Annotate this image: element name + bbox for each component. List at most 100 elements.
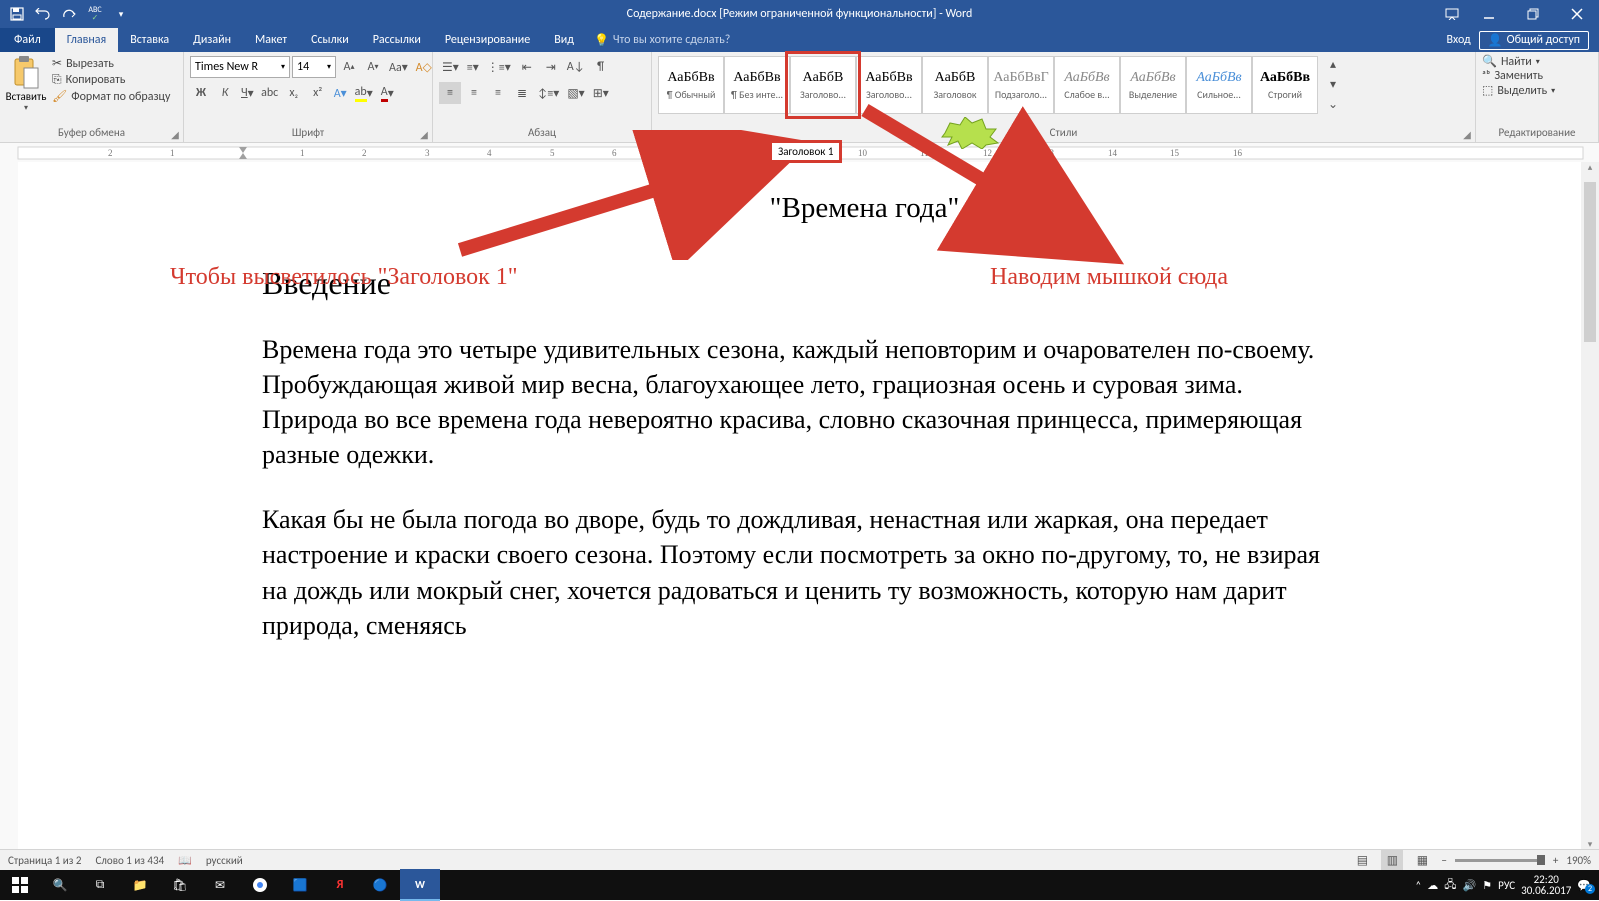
word-count[interactable]: Слово 1 из 434 bbox=[95, 854, 164, 867]
input-language[interactable]: РУС bbox=[1498, 879, 1515, 892]
action-center-icon[interactable]: 💬2 bbox=[1577, 879, 1591, 892]
onedrive-icon[interactable]: ☁ bbox=[1427, 879, 1438, 892]
numbering-icon[interactable]: ≡▾ bbox=[464, 56, 482, 78]
bold-button[interactable]: Ж bbox=[190, 82, 212, 104]
select-button[interactable]: ⬚Выделить▾ bbox=[1482, 83, 1555, 98]
search-taskbar-icon[interactable]: 🔍 bbox=[40, 870, 80, 900]
tab-review[interactable]: Рецензирование bbox=[433, 28, 542, 52]
spellcheck-icon[interactable]: ABC✓ bbox=[84, 3, 106, 25]
zoom-out-icon[interactable]: − bbox=[1441, 854, 1446, 867]
style-item-9[interactable]: АаБбВвСтрогий bbox=[1252, 56, 1318, 114]
app-icon-2[interactable]: 🔵 bbox=[360, 870, 400, 900]
vertical-ruler[interactable] bbox=[0, 162, 19, 850]
style-item-8[interactable]: АаБбВвСильное... bbox=[1186, 56, 1252, 114]
tab-insert[interactable]: Вставка bbox=[118, 28, 181, 52]
start-button[interactable] bbox=[0, 870, 40, 900]
share-button[interactable]: 👤 Общий доступ bbox=[1479, 31, 1589, 50]
qat-more-icon[interactable]: ▾ bbox=[110, 3, 132, 25]
file-tab[interactable]: Файл bbox=[0, 28, 55, 52]
paragraph-1[interactable]: Времена года это четыре удивительных сез… bbox=[262, 332, 1337, 472]
zoom-level[interactable]: 190% bbox=[1566, 854, 1591, 867]
style-item-2[interactable]: АаБбВЗаголово... bbox=[790, 56, 856, 114]
style-item-4[interactable]: АаБбВЗаголовок bbox=[922, 56, 988, 114]
style-item-7[interactable]: АаБбВвВыделение bbox=[1120, 56, 1186, 114]
italic-button[interactable]: К bbox=[214, 82, 236, 104]
vertical-scrollbar[interactable]: ▴ ▾ bbox=[1581, 162, 1599, 850]
chrome-icon[interactable] bbox=[240, 870, 280, 900]
sign-in-link[interactable]: Вход bbox=[1446, 33, 1470, 47]
replace-button[interactable]: ᵃᵇЗаменить bbox=[1482, 69, 1543, 83]
proofing-icon[interactable]: 📖 bbox=[178, 854, 192, 867]
shrink-font-icon[interactable]: A▾ bbox=[362, 56, 384, 78]
justify-icon[interactable]: ≣ bbox=[511, 82, 533, 104]
tray-expand-icon[interactable]: ˄ bbox=[1415, 879, 1421, 892]
increase-indent-icon[interactable]: ⇥ bbox=[540, 56, 562, 78]
tab-design[interactable]: Дизайн bbox=[181, 28, 243, 52]
page-indicator[interactable]: Страница 1 из 2 bbox=[8, 854, 81, 867]
tray-icon[interactable]: ⚑ bbox=[1482, 879, 1492, 892]
grow-font-icon[interactable]: A▴ bbox=[338, 56, 360, 78]
web-layout-view-icon[interactable]: ▦ bbox=[1411, 849, 1433, 871]
show-marks-icon[interactable]: ¶ bbox=[590, 56, 612, 78]
borders-icon[interactable]: ⊞▾ bbox=[590, 82, 612, 104]
align-left-icon[interactable]: ≡ bbox=[439, 82, 461, 104]
clear-formatting-icon[interactable]: A◇ bbox=[413, 56, 435, 78]
style-item-6[interactable]: АаБбВвСлабое в... bbox=[1054, 56, 1120, 114]
bullets-icon[interactable]: ☰▾ bbox=[439, 56, 462, 78]
volume-icon[interactable]: 🔊 bbox=[1462, 879, 1476, 892]
paste-button[interactable]: Вставить ▾ bbox=[4, 54, 48, 113]
file-explorer-icon[interactable]: 📁 bbox=[120, 870, 160, 900]
style-item-0[interactable]: АаБбВв¶ Обычный bbox=[658, 56, 724, 114]
redo-icon[interactable] bbox=[58, 3, 80, 25]
superscript-icon[interactable]: x² bbox=[307, 82, 329, 104]
font-size-combo[interactable]: 14 ▾ bbox=[292, 56, 336, 78]
shading-icon[interactable]: ▧▾ bbox=[564, 82, 587, 104]
language-indicator[interactable]: русский bbox=[206, 854, 243, 867]
network-icon[interactable]: 🖧 bbox=[1444, 876, 1456, 895]
copy-button[interactable]: ⎘Копировать bbox=[52, 73, 170, 87]
tab-references[interactable]: Ссылки bbox=[299, 28, 361, 52]
taskbar-clock[interactable]: 22:20 30.06.2017 bbox=[1521, 874, 1571, 896]
format-painter-button[interactable]: 🖌Формат по образцу bbox=[52, 89, 170, 104]
cut-button[interactable]: ✂Вырезать bbox=[52, 56, 170, 71]
subscript-icon[interactable]: x₂ bbox=[283, 82, 305, 104]
paragraph-2[interactable]: Какая бы не была погода во дворе, будь т… bbox=[262, 502, 1337, 642]
yandex-icon[interactable]: Я bbox=[320, 870, 360, 900]
styles-more-icon[interactable]: ⌄ bbox=[1322, 94, 1344, 114]
store-icon[interactable]: 🛍 bbox=[160, 870, 200, 900]
style-item-5[interactable]: АаБбВвГПодзаголо... bbox=[988, 56, 1054, 114]
zoom-in-icon[interactable]: + bbox=[1553, 854, 1558, 867]
text-effects-icon[interactable]: A▾ bbox=[331, 82, 350, 104]
styles-scroll-up-icon[interactable]: ▴ bbox=[1322, 54, 1344, 74]
minimize-icon[interactable] bbox=[1467, 0, 1511, 28]
close-icon[interactable] bbox=[1555, 0, 1599, 28]
line-spacing-icon[interactable]: ↕≡▾ bbox=[535, 82, 562, 104]
ribbon-options-icon[interactable] bbox=[1437, 0, 1467, 28]
scrollbar-thumb[interactable] bbox=[1584, 182, 1596, 342]
task-view-icon[interactable]: ⧉ bbox=[80, 870, 120, 900]
find-button[interactable]: 🔍Найти▾ bbox=[1482, 54, 1540, 69]
app-icon-1[interactable]: 🟦 bbox=[280, 870, 320, 900]
font-name-combo[interactable]: Times New R ▾ bbox=[190, 56, 290, 78]
strikethrough-icon[interactable]: abc bbox=[259, 82, 281, 104]
tab-mailings[interactable]: Рассылки bbox=[361, 28, 433, 52]
restore-icon[interactable] bbox=[1511, 0, 1555, 28]
style-item-3[interactable]: АаБбВвЗаголово... bbox=[856, 56, 922, 114]
underline-button[interactable]: Ч▾ bbox=[238, 82, 257, 104]
undo-icon[interactable] bbox=[32, 3, 54, 25]
word-taskbar-icon[interactable]: W bbox=[400, 869, 440, 901]
document-title-text[interactable]: "Времена года" bbox=[262, 192, 1337, 225]
change-case-icon[interactable]: Aa▾ bbox=[386, 56, 411, 78]
styles-launcher-icon[interactable]: ◢ bbox=[1461, 128, 1473, 140]
decrease-indent-icon[interactable]: ⇤ bbox=[516, 56, 538, 78]
clipboard-launcher-icon[interactable]: ◢ bbox=[169, 128, 181, 140]
paragraph-launcher-icon[interactable]: ◢ bbox=[637, 128, 649, 140]
align-right-icon[interactable]: ≡ bbox=[487, 82, 509, 104]
styles-scroll-down-icon[interactable]: ▾ bbox=[1322, 74, 1344, 94]
sort-icon[interactable]: A↓ bbox=[564, 56, 588, 78]
read-mode-view-icon[interactable]: ▤ bbox=[1351, 849, 1373, 871]
save-icon[interactable] bbox=[6, 3, 28, 25]
tell-me-search[interactable]: 💡 Что вы хотите сделать? bbox=[594, 28, 730, 52]
mail-icon[interactable]: ✉ bbox=[200, 870, 240, 900]
align-center-icon[interactable]: ≡ bbox=[463, 82, 485, 104]
